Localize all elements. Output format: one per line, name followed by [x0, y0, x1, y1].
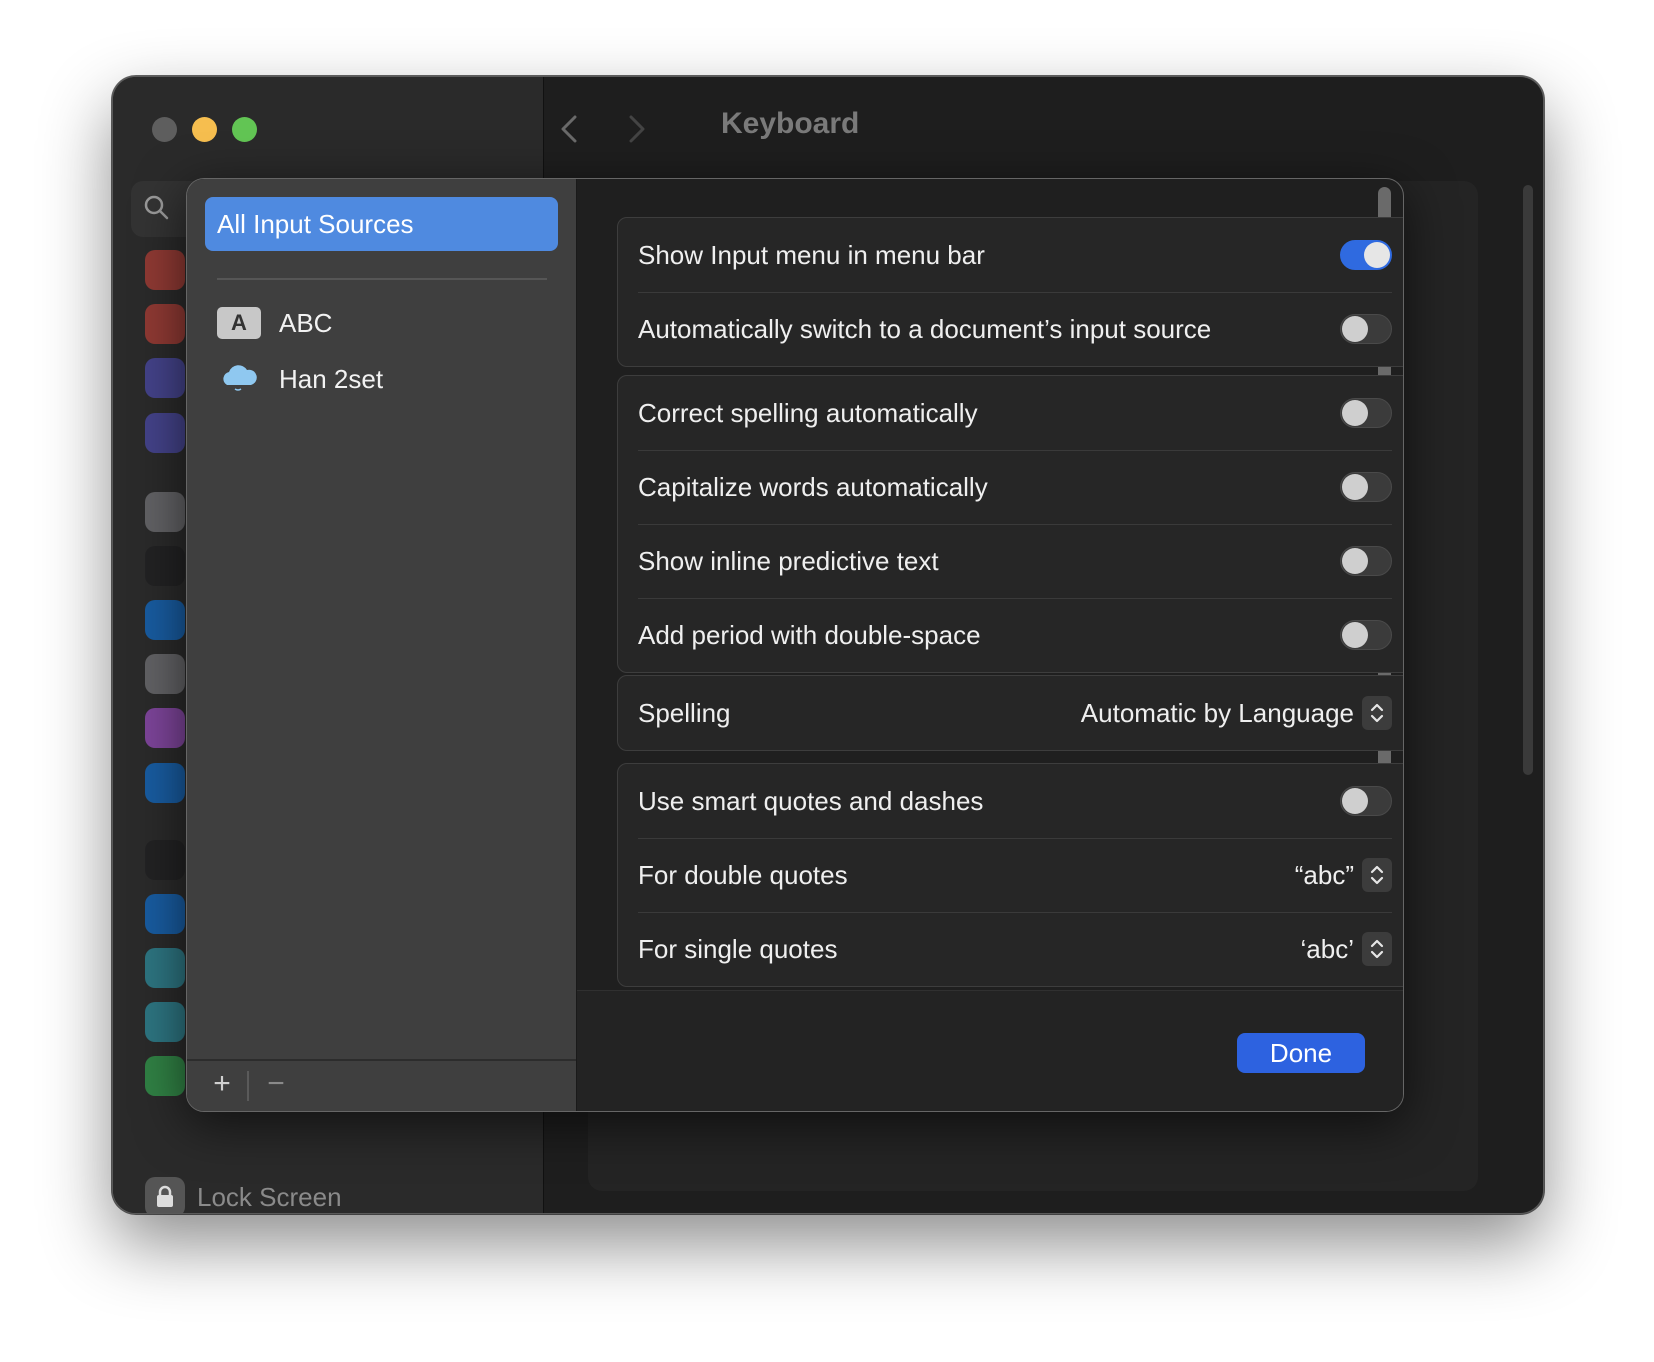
row-label: Capitalize words automatically	[638, 471, 988, 502]
lock-screen-label: Lock Screen	[197, 1181, 342, 1212]
divider	[247, 1071, 249, 1101]
row-auto-switch-input-source: Automatically switch to a document’s inp…	[618, 292, 1403, 366]
smart-quotes-toggle[interactable]	[1340, 786, 1392, 816]
settings-group-input-menu: Show Input menu in menu bar Automaticall…	[617, 217, 1403, 367]
cloud-icon	[223, 365, 257, 391]
general-icon[interactable]	[145, 492, 185, 532]
desktop-dock-icon[interactable]	[145, 840, 185, 880]
control-center-icon[interactable]	[145, 654, 185, 694]
row-period-double-space: Add period with double-space	[618, 598, 1403, 672]
battery-icon[interactable]	[145, 1056, 185, 1096]
popup-value: Automatic by Language	[1080, 697, 1354, 728]
correct-spelling-toggle[interactable]	[1340, 398, 1392, 428]
up-down-chevron-icon	[1362, 858, 1392, 892]
page-title: Keyboard	[721, 107, 860, 140]
toggle-knob	[1342, 622, 1368, 648]
settings-group-smart-quotes: Use smart quotes and dashes For double q…	[617, 763, 1403, 987]
toggle-knob	[1342, 548, 1368, 574]
row-correct-spelling: Correct spelling automatically	[618, 376, 1403, 450]
auto-switch-input-source-toggle[interactable]	[1340, 314, 1392, 344]
notifications-icon[interactable]	[145, 250, 185, 290]
capitalize-words-toggle[interactable]	[1340, 472, 1392, 502]
toggle-knob	[1342, 316, 1368, 342]
row-label: Show inline predictive text	[638, 545, 939, 576]
inline-predictive-text-toggle[interactable]	[1340, 546, 1392, 576]
source-item-han-2set[interactable]: Han 2set	[217, 361, 383, 397]
appearance-icon[interactable]	[145, 546, 185, 586]
done-button[interactable]: Done	[1237, 1033, 1365, 1073]
close-window-button[interactable]	[152, 117, 177, 142]
popup-value: ‘abc’	[1300, 933, 1354, 964]
settings-group-text-correction: Correct spelling automatically Capitaliz…	[617, 375, 1403, 673]
source-label: Han 2set	[279, 363, 384, 394]
add-input-source-button[interactable]: +	[207, 1067, 237, 1101]
settings-group-spelling: Spelling Automatic by Language	[617, 675, 1403, 751]
source-label: ABC	[279, 307, 333, 338]
period-double-space-toggle[interactable]	[1340, 620, 1392, 650]
sound-icon[interactable]	[145, 304, 185, 344]
row-label: Show Input menu in menu bar	[638, 239, 985, 270]
row-label: For single quotes	[638, 933, 838, 964]
displays-icon[interactable]	[145, 894, 185, 934]
row-capitalize-words: Capitalize words automatically	[618, 450, 1403, 524]
screen-time-icon[interactable]	[145, 413, 185, 453]
row-double-quotes: For double quotes “abc”	[618, 838, 1403, 912]
forward-arrow-icon[interactable]	[621, 111, 651, 147]
siri-icon[interactable]	[145, 708, 185, 748]
row-single-quotes: For single quotes ‘abc’	[618, 912, 1403, 986]
show-input-menu-toggle[interactable]	[1340, 240, 1392, 270]
minimize-window-button[interactable]	[192, 117, 217, 142]
toggle-knob	[1364, 242, 1390, 268]
input-sources-list: All Input Sources A ABC Han 2set + −	[187, 179, 577, 1111]
search-icon	[144, 195, 169, 220]
row-label: Correct spelling automatically	[638, 397, 978, 428]
row-label: Use smart quotes and dashes	[638, 785, 984, 816]
input-sources-sheet: All Input Sources A ABC Han 2set + − Sho…	[186, 178, 1404, 1112]
back-arrow-icon[interactable]	[555, 111, 585, 147]
sheet-footer: Done	[577, 990, 1403, 1111]
toggle-knob	[1342, 474, 1368, 500]
single-quotes-popup[interactable]: ‘abc’	[1301, 932, 1392, 966]
abc-badge-icon: A	[217, 307, 261, 339]
wallpaper-icon[interactable]	[145, 948, 185, 988]
up-down-chevron-icon	[1362, 696, 1392, 730]
lock-icon	[145, 1177, 185, 1213]
up-down-chevron-icon	[1362, 932, 1392, 966]
row-label: Spelling	[638, 697, 731, 728]
row-spelling: Spelling Automatic by Language	[618, 676, 1403, 750]
popup-value: “abc”	[1294, 859, 1354, 890]
list-footer: + −	[187, 1059, 576, 1111]
row-label: For double quotes	[638, 859, 848, 890]
accessibility-icon[interactable]	[145, 600, 185, 640]
toggle-knob	[1342, 400, 1368, 426]
main-scrollbar[interactable]	[1523, 185, 1533, 775]
privacy-icon[interactable]	[145, 763, 185, 803]
row-inline-predictive-text: Show inline predictive text	[618, 524, 1403, 598]
double-quotes-popup[interactable]: “abc”	[1295, 858, 1392, 892]
row-smart-quotes: Use smart quotes and dashes	[618, 764, 1403, 838]
divider	[217, 278, 547, 280]
focus-icon[interactable]	[145, 358, 185, 398]
sidebar-item-lock-screen[interactable]: Lock Screen	[145, 1177, 342, 1213]
screen-saver-icon[interactable]	[145, 1002, 185, 1042]
input-source-settings: Show Input menu in menu bar Automaticall…	[577, 179, 1403, 1111]
row-label: Add period with double-space	[638, 619, 981, 650]
source-item-abc[interactable]: A ABC	[217, 307, 332, 339]
all-input-sources-item[interactable]: All Input Sources	[205, 197, 558, 251]
row-label: Automatically switch to a document’s inp…	[638, 313, 1212, 344]
toggle-knob	[1342, 788, 1368, 814]
remove-input-source-button[interactable]: −	[261, 1067, 291, 1101]
zoom-window-button[interactable]	[232, 117, 257, 142]
spelling-popup[interactable]: Automatic by Language	[1081, 696, 1392, 730]
row-show-input-menu: Show Input menu in menu bar	[618, 218, 1403, 292]
